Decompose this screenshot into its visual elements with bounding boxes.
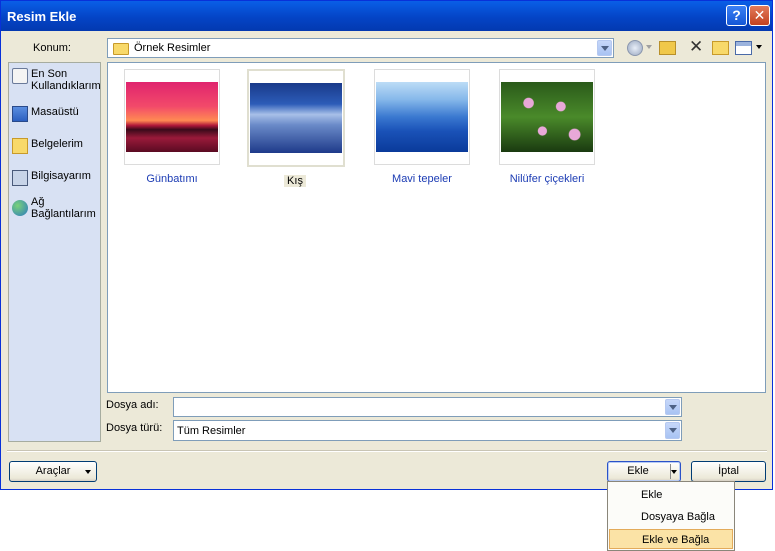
separator [7,450,767,452]
views-dropdown-icon[interactable] [756,45,762,49]
delete-icon[interactable]: ✕ [689,37,703,57]
file-item[interactable]: Günbatımı [124,69,220,185]
my-documents-icon [12,138,28,154]
filetype-label: Dosya türü: [106,422,163,434]
menu-item-link-to-file[interactable]: Dosyaya Bağla [609,507,733,527]
sunset-image [126,82,218,152]
place-label: Belgelerim [31,138,83,150]
filetype-select[interactable]: Tüm Resimler [173,420,682,441]
tools-label: Araçlar [35,465,71,477]
dropdown-arrow-icon [85,470,91,474]
close-button[interactable]: ✕ [749,5,770,26]
filetype-value: Tüm Resimler [177,425,246,437]
back-icon[interactable] [627,40,643,56]
menu-item-insert[interactable]: Ekle [609,485,733,505]
help-button[interactable]: ? [726,5,747,26]
place-label: Kullandıklarım [31,80,101,92]
chevron-down-icon[interactable] [665,399,680,415]
location-value: Örnek Resimler [134,42,211,54]
location-label: Konum: [33,42,71,54]
dropdown-arrow-icon[interactable] [646,45,652,49]
blue-hills-image [376,82,468,152]
up-folder-icon[interactable] [659,41,676,55]
recent-documents-icon [12,68,28,84]
thumbnail [499,69,595,165]
chevron-down-icon[interactable] [597,40,612,56]
insert-dropdown-menu: Ekle Dosyaya Bağla Ekle ve Bağla [607,481,735,551]
title-bar: Resim Ekle ? ✕ [1,1,772,31]
help-icon: ? [732,7,741,23]
place-label: En Son [31,68,68,80]
place-label: Bilgisayarım [31,170,91,182]
file-item[interactable]: Kış [247,69,345,187]
new-folder-icon[interactable] [712,41,729,55]
insert-picture-dialog: Resim Ekle ? ✕ Konum: Örnek Resimler ✕ E… [0,0,773,490]
chevron-down-icon[interactable] [665,422,680,439]
folder-icon [113,43,129,55]
file-name: Mavi tepeler [392,173,452,185]
filename-label: Dosya adı: [106,399,159,411]
thumbnail [247,69,345,167]
my-computer-icon [12,170,28,186]
tools-button[interactable]: Araçlar [9,461,97,482]
desktop-icon [12,106,28,122]
window-title: Resim Ekle [7,9,77,24]
menu-item-insert-and-link[interactable]: Ekle ve Bağla [609,529,733,549]
winter-image [250,83,342,153]
place-label: Ağ [31,196,45,208]
file-list-view[interactable]: Günbatımı Kış Mavi tepeler Nilüfer çiçek… [107,62,766,393]
close-icon: ✕ [753,7,766,23]
cancel-label: İptal [718,465,739,477]
file-name: Günbatımı [146,173,198,185]
place-label: Masaüstü [31,106,79,118]
cancel-button[interactable]: İptal [691,461,766,482]
file-item[interactable]: Mavi tepeler [374,69,470,185]
file-item[interactable]: Nilüfer çiçekleri [499,69,595,185]
insert-label[interactable]: Ekle [608,462,668,481]
places-bar: En Son Kullandıklarım Masaüstü Belgelerim… [8,62,101,442]
network-globe-icon [12,200,28,216]
water-lilies-image [501,82,593,152]
file-name: Kış [284,175,306,187]
place-label: Bağlantılarım [31,208,96,220]
filename-input[interactable] [173,397,682,417]
location-combo[interactable]: Örnek Resimler [107,38,614,58]
views-icon[interactable] [735,41,752,55]
dropdown-arrow-icon[interactable] [671,470,677,474]
thumbnail [374,69,470,165]
insert-split-button[interactable]: Ekle [607,461,681,482]
file-name: Nilüfer çiçekleri [509,173,585,185]
thumbnail [124,69,220,165]
